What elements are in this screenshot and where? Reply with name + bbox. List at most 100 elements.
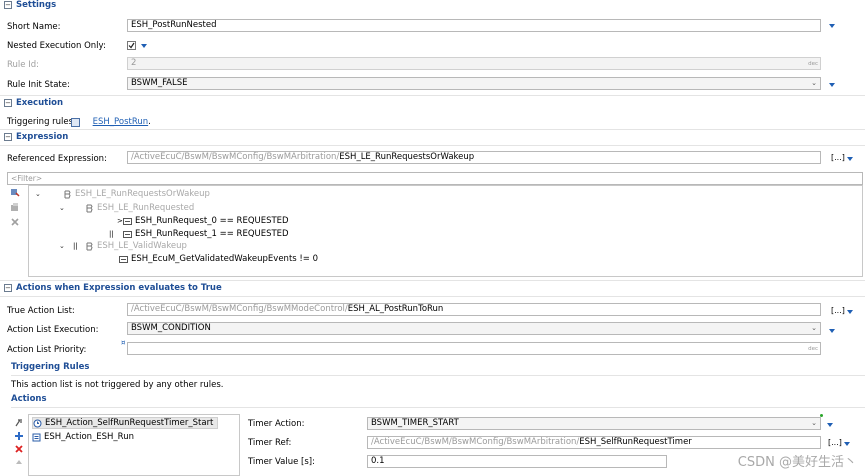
chevron-down-icon[interactable]: ⌄ <box>35 188 43 200</box>
collapse-icon[interactable]: − <box>4 1 12 9</box>
tree-connector: || <box>73 242 78 250</box>
delete-icon[interactable] <box>14 444 24 454</box>
triggering-rule-link[interactable]: ESH_PostRun <box>93 117 149 127</box>
divider <box>0 95 865 96</box>
tree-node[interactable]: > ESH_RunRequest_0 == REQUESTED <box>117 215 289 227</box>
timer-action-select[interactable]: BSWM_TIMER_START ⌄ <box>367 417 821 430</box>
timer-ref-name: ESH_SelfRunRequestTimer <box>579 437 692 447</box>
tree-node[interactable]: ESH_EcuM_GetValidatedWakeupEvents != 0 <box>119 253 318 265</box>
divider <box>11 375 865 376</box>
referenced-expression-name: ESH_LE_RunRequestsOrWakeup <box>339 152 475 162</box>
browse-timer-ref-button[interactable]: [...] <box>828 438 842 447</box>
list-item[interactable]: ESH_Action_SelfRunRequestTimer_Start <box>32 417 219 429</box>
short-name-menu-icon[interactable] <box>828 23 837 29</box>
collapse-icon[interactable]: − <box>4 99 12 107</box>
nested-execution-label: Nested Execution Only: <box>7 41 106 51</box>
referenced-expression-input[interactable]: /ActiveEcuC/BswM/BswMConfig/BswMArbitrat… <box>127 151 821 164</box>
list-item-label: ESH_Action_ESH_Run <box>44 432 134 442</box>
action-list-execution-select[interactable]: BSWM_CONDITION ⌄ <box>127 322 821 335</box>
list-item[interactable]: ESH_Action_ESH_Run <box>32 431 138 443</box>
edit-expression-icon[interactable] <box>10 202 20 212</box>
settings-title: Settings <box>16 0 57 10</box>
tree-node[interactable]: || ESH_RunRequest_1 == REQUESTED <box>109 228 289 240</box>
expression-tree[interactable]: ⌄ ESH_LE_RunRequestsOrWakeup ⌄ ESH_LE_Ru… <box>28 185 863 277</box>
move-up-icon[interactable] <box>14 457 24 467</box>
execution-section-header[interactable]: − Execution <box>4 96 63 110</box>
timer-action-menu-icon[interactable] <box>826 422 835 428</box>
true-action-list-path: /ActiveEcuC/BswM/BswMConfig/BswMModeCont… <box>131 304 348 314</box>
timer-action-value: BSWM_TIMER_START <box>371 418 459 428</box>
execution-title: Execution <box>16 98 64 108</box>
action-list-priority-suffix: dec <box>808 346 818 352</box>
chevron-down-icon: ⌄ <box>811 324 817 332</box>
logical-expression-icon <box>85 204 94 213</box>
action-list-execution-label: Action List Execution: <box>7 325 99 335</box>
divider <box>0 296 865 297</box>
expression-section-header[interactable]: − Expression <box>4 130 68 144</box>
add-expression-icon[interactable] <box>10 188 20 198</box>
delete-icon[interactable] <box>10 217 20 227</box>
referenced-expression-path: /ActiveEcuC/BswM/BswMConfig/BswMArbitrat… <box>131 152 340 162</box>
tree-node-label: ESH_LE_RunRequestsOrWakeup <box>75 189 210 199</box>
logical-expression-icon <box>85 242 94 251</box>
actions-true-section-header[interactable]: − Actions when Expression evaluates to T… <box>4 281 222 295</box>
referenced-expression-label: Referenced Expression: <box>7 154 107 164</box>
timer-ref-input[interactable]: /ActiveEcuC/BswM/BswMConfig/BswMArbitrat… <box>367 436 821 449</box>
triggering-rules-title: Triggering Rules <box>11 362 90 372</box>
timer-action-label: Timer Action: <box>248 419 305 429</box>
tree-connector: || <box>109 230 114 238</box>
add-action-icon[interactable] <box>14 418 24 428</box>
rule-id-input: 2 dec <box>127 57 821 70</box>
action-list-execution-menu-icon[interactable] <box>828 328 837 334</box>
collapse-icon[interactable]: − <box>4 133 12 141</box>
true-action-list-menu-icon[interactable] <box>846 309 855 315</box>
watermark: CSDN @美好生活丶 <box>737 455 857 470</box>
actions-list[interactable]: ESH_Action_SelfRunRequestTimer_Start ESH… <box>28 414 240 476</box>
status-dot-icon <box>820 414 823 417</box>
filter-input[interactable]: <Filter> <box>7 172 863 185</box>
action-icon <box>32 433 41 442</box>
timer-ref-path: /ActiveEcuC/BswM/BswMConfig/BswMArbitrat… <box>371 437 580 447</box>
tree-node[interactable]: ⌄ || ESH_LE_ValidWakeup <box>59 240 187 252</box>
timer-ref-menu-icon[interactable] <box>843 441 852 447</box>
action-list-execution-value: BSWM_CONDITION <box>131 323 211 333</box>
tree-node-label: ESH_LE_RunRequested <box>97 203 195 213</box>
list-item-label: ESH_Action_SelfRunRequestTimer_Start <box>45 418 214 428</box>
rule-init-state-label: Rule Init State: <box>7 80 70 90</box>
rule-init-state-select[interactable]: BSWM_FALSE ⌄ <box>127 77 821 90</box>
tree-node-label: ESH_RunRequest_0 == REQUESTED <box>135 216 289 226</box>
chevron-down-icon: ⌄ <box>811 419 817 427</box>
nested-execution-menu-icon[interactable] <box>140 43 149 49</box>
referenced-expression-menu-icon[interactable] <box>846 156 855 162</box>
tree-node[interactable]: ⌄ ESH_LE_RunRequested <box>59 202 194 214</box>
timer-value-input[interactable]: 0.1 <box>367 455 667 468</box>
short-name-input[interactable]: ESH_PostRunNested <box>127 19 821 32</box>
chevron-down-icon[interactable]: ⌄ <box>59 240 67 252</box>
logical-expression-icon <box>63 190 72 199</box>
rule-id-value: 2 <box>131 58 137 68</box>
tree-node[interactable]: ⌄ ESH_LE_RunRequestsOrWakeup <box>35 188 210 200</box>
rule-table-icon <box>71 118 80 127</box>
rule-id-suffix: dec <box>808 61 818 67</box>
chevron-down-icon[interactable]: ⌄ <box>59 202 67 214</box>
chevron-down-icon: ⌄ <box>811 79 817 87</box>
settings-section-header[interactable]: − Settings <box>4 0 56 12</box>
add-icon[interactable] <box>14 431 24 441</box>
nested-execution-checkbox[interactable] <box>127 41 136 50</box>
browse-expression-button[interactable]: [...] <box>831 153 845 162</box>
timer-action-icon <box>33 419 42 428</box>
true-action-list-label: True Action List: <box>7 306 75 316</box>
timer-value-label: Timer Value [s]: <box>248 457 315 467</box>
true-action-list-name: ESH_AL_PostRunToRun <box>347 304 444 314</box>
collapse-icon[interactable]: − <box>4 284 12 292</box>
rule-init-state-value: BSWM_FALSE <box>131 78 188 88</box>
actions-title: Actions <box>11 394 47 404</box>
browse-action-list-button[interactable]: [...] <box>831 306 845 315</box>
tree-node-label: ESH_RunRequest_1 == REQUESTED <box>135 229 289 239</box>
divider <box>11 407 865 408</box>
divider <box>0 145 865 146</box>
tree-node-label: ESH_LE_ValidWakeup <box>97 241 187 251</box>
action-list-priority-input[interactable]: dec <box>127 342 821 355</box>
true-action-list-input[interactable]: /ActiveEcuC/BswM/BswMConfig/BswMModeCont… <box>127 303 821 316</box>
rule-init-state-menu-icon[interactable] <box>828 82 837 88</box>
